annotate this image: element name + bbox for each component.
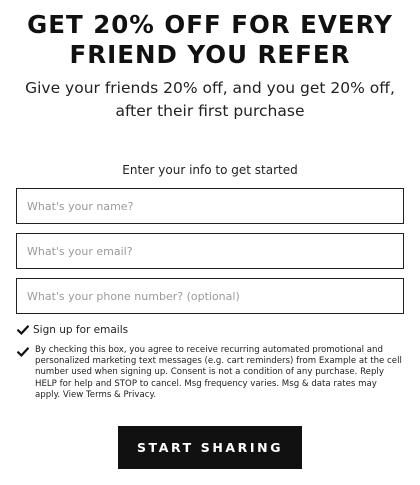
name-input[interactable] [16, 188, 404, 224]
form-prompt: Enter your info to get started [122, 163, 298, 177]
email-signup-label: Sign up for emails [33, 324, 129, 336]
phone-input[interactable] [16, 278, 404, 314]
checkmark-icon [17, 347, 29, 357]
checkmark-icon [17, 325, 29, 335]
subtitle-line-1: Give your friends 20% off, and you get 2… [25, 79, 395, 97]
sms-consent-text: By checking this box, you agree to recei… [35, 345, 402, 400]
sms-consent-row: By checking this box, you agree to recei… [17, 345, 402, 401]
start-sharing-button[interactable]: START SHARING [118, 426, 302, 469]
email-signup-row: Sign up for emails [17, 323, 128, 337]
headline-line-2: FRIEND YOU REFER [69, 40, 351, 69]
email-input[interactable] [16, 233, 404, 269]
headline-line-1: GET 20% OFF FOR EVERY [27, 10, 393, 39]
subtitle-line-2: after their first purchase [115, 102, 305, 120]
email-signup-checkbox[interactable] [17, 324, 29, 336]
sms-consent-checkbox[interactable] [17, 346, 29, 358]
page-title: GET 20% OFF FOR EVERY FRIEND YOU REFER [10, 10, 410, 70]
subtitle: Give your friends 20% off, and you get 2… [15, 77, 405, 123]
